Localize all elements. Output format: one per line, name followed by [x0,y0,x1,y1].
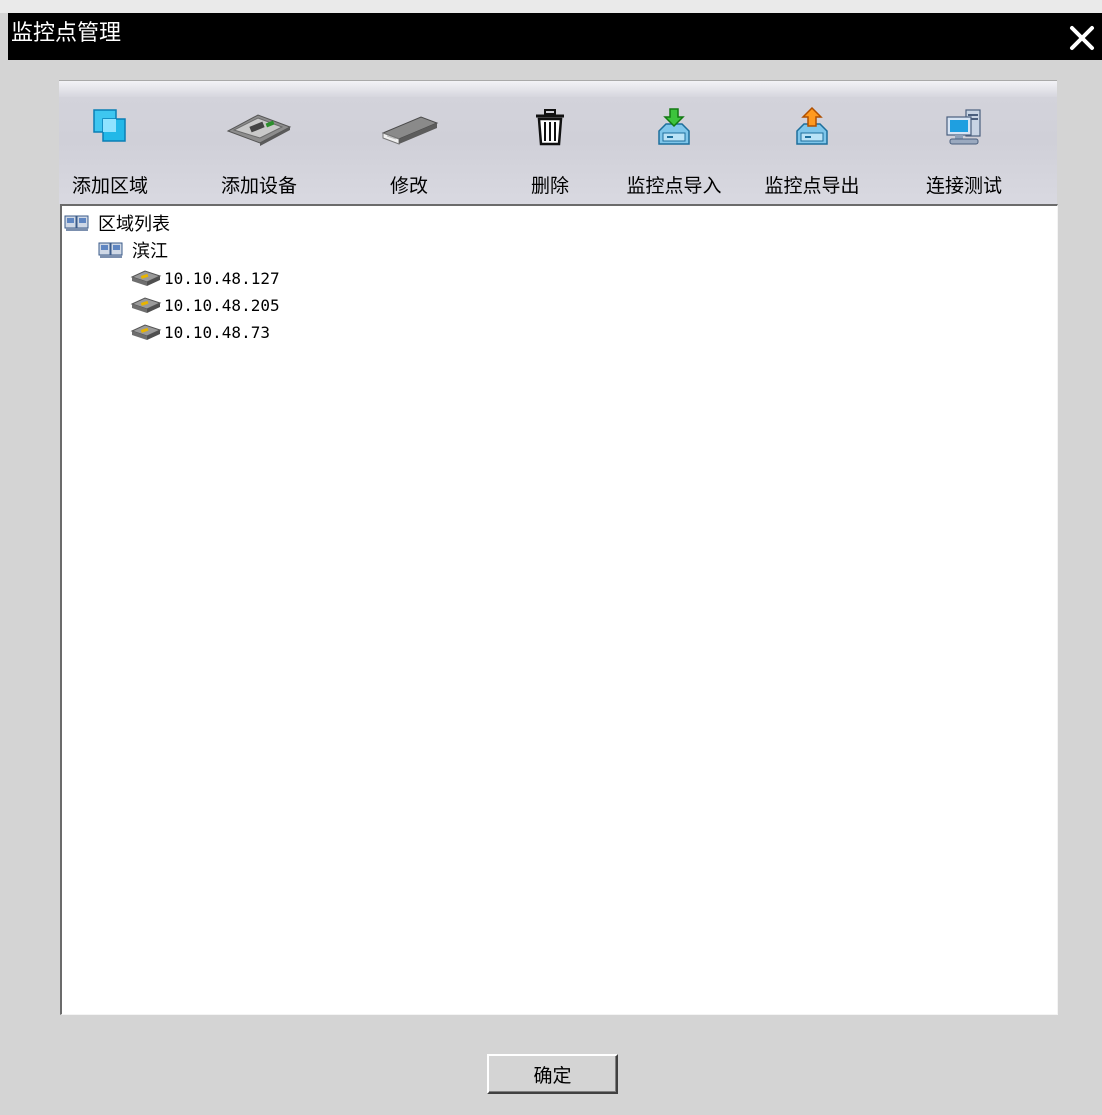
folder-icon [98,239,130,261]
tree-node-label: 滨江 [132,241,168,262]
device-icon [130,294,162,316]
export-label: 监控点导出 [764,175,860,197]
close-icon [1070,26,1094,50]
add-area-icon [85,107,135,147]
add-device-label: 添加设备 [220,175,297,197]
edit-button[interactable]: 修改 [364,97,454,205]
edit-icon [377,107,441,147]
add-area-button[interactable]: 添加区域 [65,97,155,205]
export-icon [787,107,837,147]
close-button[interactable] [1066,22,1098,54]
title-bar[interactable]: 监控点管理 [8,13,1102,60]
monitor-point-management-window: 监控点管理 添加区域 添加设备 修改 删除 监控点导入 监控点导出 连接测试 区… [0,0,1102,1115]
device-icon [130,321,162,343]
tree-node-label: 10.10.48.73 [164,322,270,342]
edit-label: 修改 [389,175,428,197]
toolbar-header-band [59,81,1057,97]
delete-button[interactable]: 删除 [505,97,595,205]
connection-test-label: 连接测试 [925,175,1002,197]
add-area-label: 添加区域 [71,175,148,197]
delete-icon [525,107,575,147]
import-icon [649,107,699,147]
import-label: 监控点导入 [626,175,722,197]
tree-node-label: 区域列表 [98,214,170,235]
window-top-strip [0,0,1102,13]
delete-label: 删除 [530,175,569,197]
tree-node-device[interactable]: 10.10.48.205 [130,292,280,318]
folder-icon [64,212,96,234]
add-device-icon [224,107,294,147]
area-tree[interactable]: 区域列表 滨江 10.10.48.127 10.10.48.205 10.10.… [60,204,1058,1015]
ok-button[interactable]: 确定 [487,1054,618,1094]
connection-test-icon [939,107,989,147]
toolbar: 添加区域 添加设备 修改 删除 监控点导入 监控点导出 连接测试 [59,80,1057,204]
tree-node-device[interactable]: 10.10.48.73 [130,319,270,345]
tree-node-area[interactable]: 滨江 [98,237,168,263]
tree-node-device[interactable]: 10.10.48.127 [130,265,280,291]
window-title: 监控点管理 [11,21,122,46]
add-device-button[interactable]: 添加设备 [209,97,309,205]
tree-node-label: 10.10.48.205 [164,295,280,315]
tree-node-root[interactable]: 区域列表 [64,210,170,236]
connection-test-button[interactable]: 连接测试 [914,97,1014,205]
export-button[interactable]: 监控点导出 [757,97,867,205]
import-button[interactable]: 监控点导入 [619,97,729,205]
tree-node-label: 10.10.48.127 [164,268,280,288]
device-icon [130,267,162,289]
